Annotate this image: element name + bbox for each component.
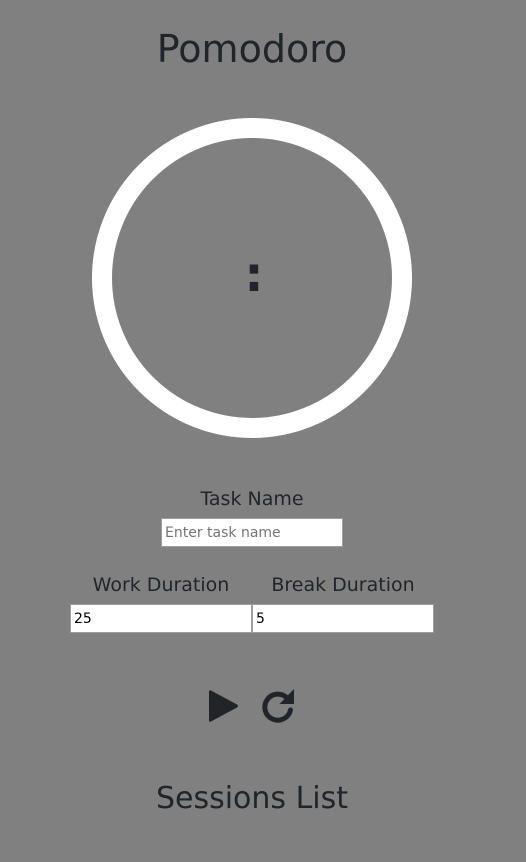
play-button[interactable] [206,687,242,725]
page-title: Pomodoro [156,27,348,71]
task-name-input[interactable] [161,518,343,547]
reset-icon [262,689,294,723]
reset-button[interactable] [260,687,296,725]
timer-separator: : [244,247,264,303]
break-duration-input[interactable] [252,604,434,633]
play-icon [209,690,238,722]
break-duration-label: Break Duration [271,574,415,596]
work-duration-input[interactable] [70,604,252,633]
timer-display: : [94,242,414,308]
task-name-label: Task Name [200,488,304,510]
work-duration-label: Work Duration [92,574,230,596]
sessions-list-title: Sessions List [155,781,349,816]
